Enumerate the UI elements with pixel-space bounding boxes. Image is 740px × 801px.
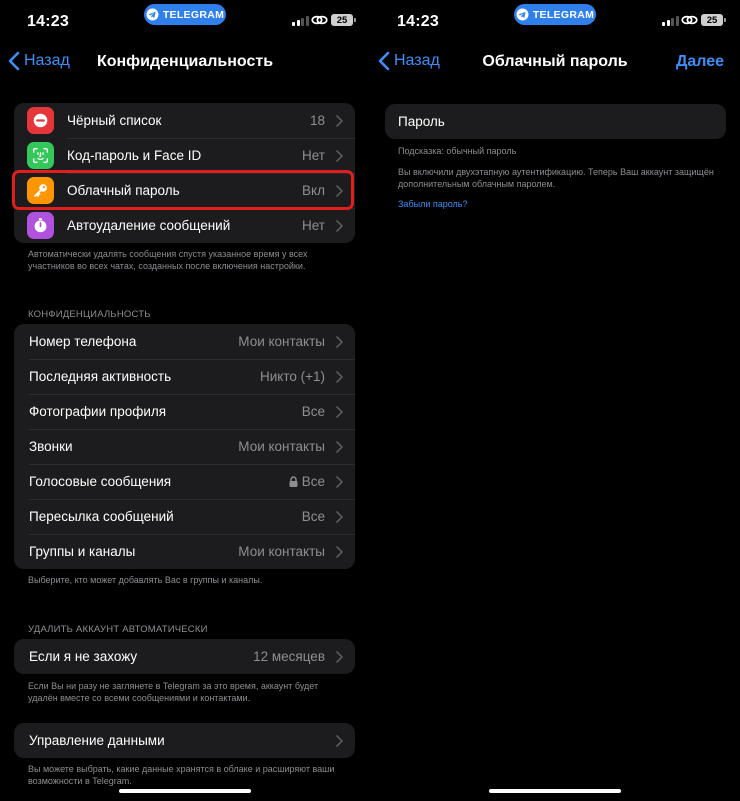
password-hint: Подсказка: обычный пароль — [398, 146, 517, 156]
chevron-right-icon — [336, 150, 343, 162]
chevron-right-icon — [336, 220, 343, 232]
row-value: 18 — [309, 113, 325, 128]
privacy-footer: Выберите, кто может добавлять Вас в груп… — [28, 575, 263, 585]
status-time: 14:23 — [397, 13, 439, 30]
battery-icon: 25 — [701, 14, 726, 26]
two-step-info: Вы включили двухэтапную аутентификацию. … — [398, 167, 714, 189]
telegram-icon — [146, 8, 159, 21]
privacy-settings-screen: 14:23 TELEGRAM 25 Назад Конфиденциальнос… — [0, 0, 370, 801]
data-settings-footer: Вы можете выбрать, какие данные хранятся… — [28, 764, 335, 786]
blocked-users-row[interactable]: Чёрный список 18 — [14, 103, 355, 138]
status-time: 14:23 — [27, 13, 69, 30]
row-value: Все — [301, 474, 325, 489]
row-value: Никто (+1) — [259, 369, 325, 384]
link-icon — [681, 15, 698, 25]
chevron-right-icon — [336, 476, 343, 488]
highlight-frame — [12, 170, 354, 210]
signal-icon — [292, 16, 309, 26]
password-field-label: Пароль — [398, 114, 445, 129]
home-indicator[interactable] — [489, 789, 621, 793]
delete-account-group: Если я не захожу 12 месяцев — [14, 639, 355, 674]
row-label: Код-пароль и Face ID — [67, 148, 202, 163]
next-button[interactable]: Далее — [676, 53, 724, 71]
chevron-right-icon — [336, 651, 343, 663]
cloud-password-screen: 14:23 TELEGRAM 25 Назад Облачный пароль … — [370, 0, 740, 801]
telegram-pill[interactable]: TELEGRAM — [514, 4, 596, 25]
row-value-wrap: Все — [289, 474, 325, 489]
data-settings-group: Управление данными — [14, 723, 355, 758]
chevron-right-icon — [336, 546, 343, 558]
row-label: Управление данными — [29, 733, 165, 748]
chevron-right-icon — [336, 735, 343, 747]
privacy-group: Номер телефона Мои контакты Последняя ак… — [14, 324, 355, 569]
passcode-faceid-row[interactable]: Код-пароль и Face ID Нет — [14, 138, 355, 173]
row-label: Последняя активность — [29, 369, 172, 384]
auto-delete-row[interactable]: Автоудаление сообщений Нет — [14, 208, 355, 243]
lock-icon — [289, 476, 298, 487]
row-value: Нет — [302, 148, 325, 163]
row-label: Фотографии профиля — [29, 404, 167, 419]
row-label: Звонки — [29, 439, 73, 454]
forgot-password-link[interactable]: Забыли пароль? — [398, 199, 467, 209]
home-indicator[interactable] — [119, 789, 251, 793]
status-bar: 14:23 TELEGRAM 25 — [370, 0, 740, 44]
page-title: Конфиденциальность — [96, 53, 274, 70]
chevron-right-icon — [336, 115, 343, 127]
profile-photos-row[interactable]: Фотографии профиля Все — [14, 394, 355, 429]
telegram-pill[interactable]: TELEGRAM — [144, 4, 226, 25]
security-footer: Автоматически удалять сообщения спустя у… — [28, 249, 308, 271]
chevron-right-icon — [336, 406, 343, 418]
link-icon — [311, 15, 328, 25]
row-value: Все — [301, 404, 325, 419]
data-settings-row[interactable]: Управление данными — [14, 723, 355, 758]
delete-account-header: УДАЛИТЬ АККАУНТ АВТОМАТИЧЕСКИ — [28, 624, 208, 635]
if-away-row[interactable]: Если я не захожу 12 месяцев — [14, 639, 355, 674]
chevron-right-icon — [336, 441, 343, 453]
last-seen-row[interactable]: Последняя активность Никто (+1) — [14, 359, 355, 394]
telegram-pill-label: TELEGRAM — [532, 8, 595, 21]
block-icon — [27, 107, 54, 134]
row-value: Все — [301, 509, 325, 524]
row-value: 12 месяцев — [253, 649, 325, 664]
privacy-header: КОНФИДЕНЦИАЛЬНОСТЬ — [28, 309, 151, 320]
voice-messages-row[interactable]: Голосовые сообщения Все — [14, 464, 355, 499]
row-label: Чёрный список — [67, 113, 162, 128]
row-value: Мои контакты — [238, 334, 325, 349]
row-label: Группы и каналы — [29, 544, 136, 559]
row-label: Голосовые сообщения — [29, 474, 172, 489]
groups-channels-row[interactable]: Группы и каналы Мои контакты — [14, 534, 355, 569]
chevron-right-icon — [336, 511, 343, 523]
nav-bar: Назад Конфиденциальность — [0, 44, 370, 82]
faceid-icon — [27, 142, 54, 169]
phone-number-row[interactable]: Номер телефона Мои контакты — [14, 324, 355, 359]
row-label: Номер телефона — [29, 334, 137, 349]
row-label: Пересылка сообщений — [29, 509, 174, 524]
signal-icon — [662, 16, 679, 26]
timer-icon — [27, 212, 54, 239]
telegram-icon — [516, 8, 529, 21]
battery-icon: 25 — [331, 14, 356, 26]
status-bar: 14:23 TELEGRAM 25 — [0, 0, 370, 44]
password-field[interactable]: Пароль — [385, 104, 726, 139]
row-label: Если я не захожу — [29, 649, 138, 664]
row-value: Мои контакты — [238, 544, 325, 559]
chevron-right-icon — [336, 336, 343, 348]
calls-row[interactable]: Звонки Мои контакты — [14, 429, 355, 464]
nav-bar: Назад Облачный пароль Далее — [370, 44, 740, 82]
chevron-right-icon — [336, 371, 343, 383]
row-label: Автоудаление сообщений — [67, 218, 231, 233]
row-value: Мои контакты — [238, 439, 325, 454]
forwarded-messages-row[interactable]: Пересылка сообщений Все — [14, 499, 355, 534]
delete-account-footer: Если Вы ни разу не заглянете в Telegram … — [28, 681, 319, 703]
row-value: Нет — [302, 218, 325, 233]
telegram-pill-label: TELEGRAM — [162, 8, 225, 21]
